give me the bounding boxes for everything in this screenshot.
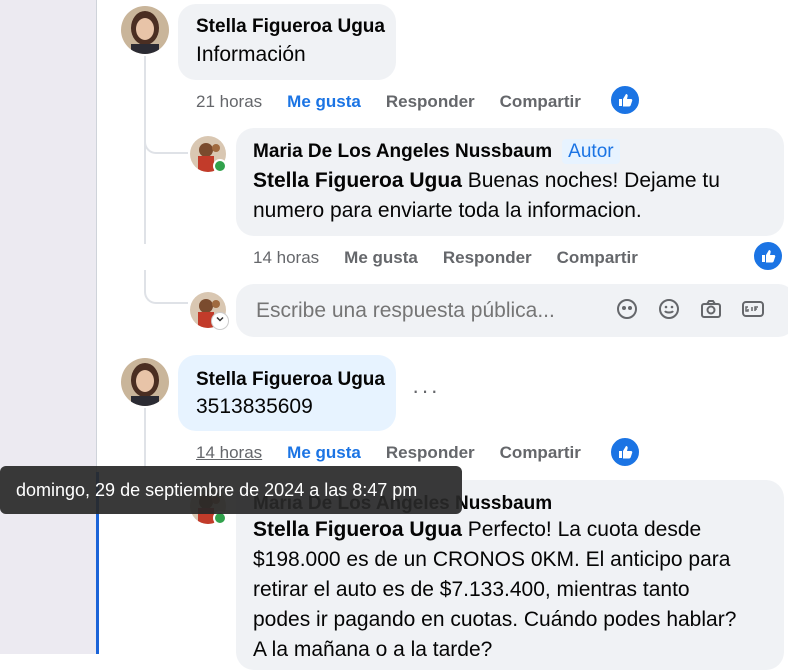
author-badge: Autor	[562, 139, 620, 164]
thread-curve	[144, 270, 188, 304]
thread-line	[144, 408, 146, 468]
avatar-sticker-icon[interactable]	[614, 296, 640, 322]
reply-time[interactable]: 14 horas	[253, 248, 319, 268]
gif-icon[interactable]	[740, 296, 766, 322]
comment-author[interactable]: Stella Figueroa Ugua	[196, 16, 385, 38]
reply-text-line2: numero para enviarte toda la informacion…	[253, 199, 642, 222]
comment-actions: 21 horas Me gusta Responder Compartir	[196, 92, 606, 112]
reply-text: Stella Figueroa Ugua Perfecto! La cuota …	[253, 515, 736, 665]
thumbs-up-icon	[609, 84, 641, 116]
comment-text: 3513835609	[196, 395, 313, 418]
like-button[interactable]: Me gusta	[287, 443, 361, 463]
comment-bubble: Stella Figueroa Ugua Información	[178, 4, 396, 80]
chevron-down-icon[interactable]	[212, 313, 228, 329]
like-button[interactable]: Me gusta	[344, 248, 418, 268]
thumbs-up-icon	[752, 240, 784, 272]
left-pane	[0, 0, 96, 654]
thread-line	[144, 56, 146, 244]
avatar[interactable]	[121, 358, 169, 406]
online-status-dot	[213, 159, 227, 173]
share-button[interactable]: Compartir	[557, 248, 638, 268]
reply-button[interactable]: Responder	[443, 248, 532, 268]
reply-text-line5: A la mañana o a la tarde?	[253, 638, 493, 661]
comment-time[interactable]: 14 horas	[196, 443, 262, 463]
reply-input[interactable]	[254, 298, 598, 324]
reply-text-line4: podes ir pagando en cuotas. Cuándo podes…	[253, 608, 737, 631]
reply-button[interactable]: Responder	[386, 92, 475, 112]
reply-text-line3: retirar el auto es de $7.133.400, mientr…	[253, 578, 690, 601]
comment-text: Información	[196, 43, 306, 66]
reply-author-line: Maria De Los Angeles Nussbaum Autor	[253, 139, 620, 164]
reply-actions: 14 horas Me gusta Responder Compartir	[253, 248, 663, 268]
reply-box	[236, 284, 788, 337]
reply-text: Stella Figueroa Ugua Buenas noches! Deja…	[253, 166, 720, 226]
reply-text-line1: Buenas noches! Dejame tu	[467, 169, 720, 192]
more-dots-icon[interactable]: ···	[412, 378, 440, 404]
like-button[interactable]: Me gusta	[287, 92, 361, 112]
comment-bubble: Stella Figueroa Ugua 3513835609	[178, 355, 396, 431]
emoji-icon[interactable]	[656, 296, 682, 322]
reply-icons	[614, 296, 766, 322]
reply-bubble: Maria De Los Angeles Nussbaum Autor Stell…	[236, 128, 784, 236]
mention-link[interactable]: Stella Figueroa Ugua	[253, 518, 462, 541]
comment-time[interactable]: 21 horas	[196, 92, 262, 112]
camera-icon[interactable]	[698, 296, 724, 322]
timestamp-tooltip: domingo, 29 de septiembre de 2024 a las …	[0, 466, 462, 514]
reply-author[interactable]: Maria De Los Angeles Nussbaum	[253, 141, 552, 162]
reply-text-line2: $198.000 es de un CRONOS 0KM. El anticip…	[253, 548, 731, 571]
comment-actions: 14 horas Me gusta Responder Compartir	[196, 443, 606, 463]
share-button[interactable]: Compartir	[500, 92, 581, 112]
comment-author[interactable]: Stella Figueroa Ugua	[196, 369, 385, 391]
reply-text-line1: Perfecto! La cuota desde	[467, 518, 702, 541]
mention-link[interactable]: Stella Figueroa Ugua	[253, 169, 462, 192]
thread-curve	[144, 118, 188, 154]
avatar[interactable]	[121, 6, 169, 54]
thumbs-up-icon	[609, 436, 641, 468]
share-button[interactable]: Compartir	[500, 443, 581, 463]
reply-button[interactable]: Responder	[386, 443, 475, 463]
